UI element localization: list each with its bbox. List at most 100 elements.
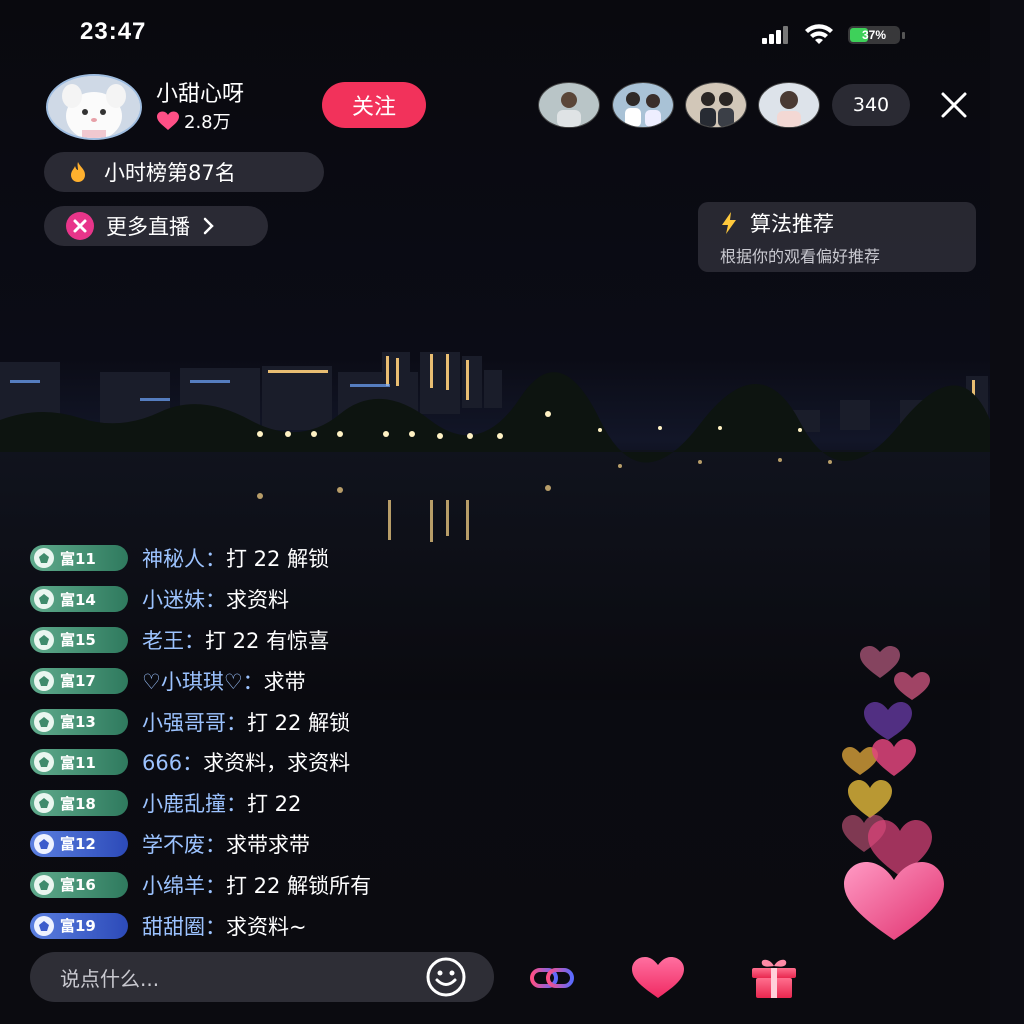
chat-text: 打 22 解锁 (226, 547, 330, 572)
chat-separator: ： (205, 547, 226, 572)
chat-text: 求带 (263, 669, 306, 694)
badge-level: 富17 (60, 672, 96, 691)
chat-message[interactable]: 富11 666：求资料，求资料 (30, 742, 630, 783)
chat-text: 打 22 (247, 792, 302, 817)
chat-username[interactable]: 神秘人 (142, 547, 205, 571)
hourly-rank-pill[interactable]: 小时榜第87名 (44, 152, 324, 192)
badge-icon (34, 548, 54, 569)
chat-text: 求资料，求资料 (203, 751, 351, 776)
chat-username[interactable]: 小迷妹 (142, 588, 205, 612)
viewer-avatar[interactable] (538, 82, 600, 128)
wealth-level-badge: 富12 (30, 830, 128, 857)
chat-separator: ： (184, 628, 205, 653)
chat-username[interactable]: 666 (142, 751, 182, 775)
badge-icon (34, 670, 54, 691)
chat-message[interactable]: 富14 小迷妹：求资料 (30, 579, 630, 620)
wealth-level-badge: 富18 (30, 790, 128, 817)
chat-text: 求带求带 (226, 832, 310, 857)
chat-username[interactable]: ♡小琪琪♡ (142, 670, 243, 694)
chat-username[interactable]: 老王 (142, 629, 184, 653)
chat-separator: ： (242, 669, 264, 694)
lightning-icon (722, 212, 736, 234)
chat-message[interactable]: 富16 小绵羊：打 22 解锁所有 (30, 864, 630, 905)
chat-message[interactable]: 富13 小强哥哥：打 22 解锁 (30, 701, 630, 742)
chat-separator: ： (205, 588, 226, 613)
badge-level: 富11 (60, 753, 96, 772)
chat-username[interactable]: 小绵羊 (142, 874, 205, 898)
badge-icon (34, 874, 54, 895)
wifi-icon (805, 24, 833, 44)
chat-separator: ： (205, 873, 226, 898)
chat-separator: ： (226, 710, 247, 735)
wealth-level-badge: 富16 (30, 871, 128, 898)
viewer-avatar[interactable] (685, 82, 747, 128)
chat-text: 打 22 解锁所有 (226, 873, 372, 898)
like-icon (632, 957, 684, 998)
badge-icon (34, 711, 54, 732)
close-button[interactable] (936, 88, 972, 122)
chat-list: 富11 神秘人：打 22 解锁 富14 小迷妹：求资料 富15 老王：打 22 有惊喜 富1… (30, 538, 630, 946)
chat-message[interactable]: 富18 小鹿乱撞：打 22 (30, 783, 630, 824)
heart-icon (157, 111, 179, 130)
algorithm-recommend-card[interactable]: 算法推荐 根据你的观看偏好推荐 (698, 202, 976, 272)
chat-username[interactable]: 甜甜圈 (142, 915, 205, 939)
chat-username[interactable]: 小鹿乱撞 (142, 792, 226, 816)
floating-hearts (842, 646, 944, 940)
streamer-avatar[interactable] (46, 74, 142, 140)
viewer-avatar[interactable] (612, 82, 674, 128)
chat-separator: ： (205, 914, 226, 939)
more-live-button[interactable]: 更多直播 (44, 206, 268, 246)
likes-count: 2.8万 (184, 112, 231, 133)
battery-icon: 37% (848, 26, 905, 44)
more-live-label: 更多直播 (106, 215, 190, 239)
chat-line: 学不废：求带求带 (142, 829, 310, 859)
chat-separator: ： (182, 751, 204, 776)
badge-icon (34, 752, 54, 773)
chat-message[interactable]: 富19 甜甜圈：求资料~ (30, 905, 630, 946)
wealth-level-badge: 富15 (30, 626, 128, 653)
live-icon (66, 212, 94, 240)
chat-username[interactable]: 学不废 (142, 833, 205, 857)
chat-line: 老王：打 22 有惊喜 (142, 625, 329, 655)
battery-percent: 37% (861, 28, 887, 42)
follow-button[interactable]: 关注 (322, 82, 426, 128)
chat-line: 小强哥哥：打 22 解锁 (142, 707, 350, 737)
wealth-level-badge: 富11 (30, 545, 128, 572)
chat-message[interactable]: 富17 ♡小琪琪♡：求带 (30, 660, 630, 701)
gift-button[interactable] (746, 954, 802, 1002)
emoji-icon[interactable] (424, 955, 468, 999)
badge-icon (34, 793, 54, 814)
badge-icon (34, 589, 54, 610)
chat-separator: ： (205, 832, 226, 857)
badge-level: 富12 (60, 835, 96, 854)
link-button[interactable] (524, 954, 580, 1002)
badge-level: 富13 (60, 713, 96, 732)
recommend-title: 算法推荐 (750, 212, 834, 236)
chat-message[interactable]: 富12 学不废：求带求带 (30, 824, 630, 865)
wealth-level-badge: 富11 (30, 749, 128, 776)
badge-level: 富15 (60, 631, 96, 650)
recommend-subtitle: 根据你的观看偏好推荐 (720, 247, 881, 266)
status-icons: 37% (762, 24, 905, 46)
chat-line: 甜甜圈：求资料~ (142, 911, 307, 941)
comment-input[interactable]: 说点什么... (30, 952, 494, 1002)
close-icon (941, 92, 967, 118)
like-button[interactable] (630, 954, 686, 1002)
chat-message[interactable]: 富15 老王：打 22 有惊喜 (30, 620, 630, 661)
streamer-name[interactable]: 小甜心呀 (156, 76, 244, 108)
chat-line: 神秘人：打 22 解锁 (142, 543, 329, 573)
chat-line: ♡小琪琪♡：求带 (142, 666, 306, 696)
chat-username[interactable]: 小强哥哥 (142, 711, 226, 735)
streamer-likes: 2.8万 (156, 108, 231, 134)
badge-level: 富19 (60, 917, 96, 936)
chat-message[interactable]: 富11 神秘人：打 22 解锁 (30, 538, 630, 579)
fire-icon (71, 162, 85, 182)
wealth-level-badge: 富17 (30, 667, 128, 694)
chat-separator: ： (226, 792, 247, 817)
viewer-count[interactable]: 340 (832, 84, 910, 126)
wealth-level-badge: 富19 (30, 912, 128, 939)
badge-level: 富11 (60, 549, 96, 568)
chat-text: 求资料~ (226, 914, 307, 939)
viewer-avatar[interactable] (758, 82, 820, 128)
badge-icon (34, 629, 54, 650)
